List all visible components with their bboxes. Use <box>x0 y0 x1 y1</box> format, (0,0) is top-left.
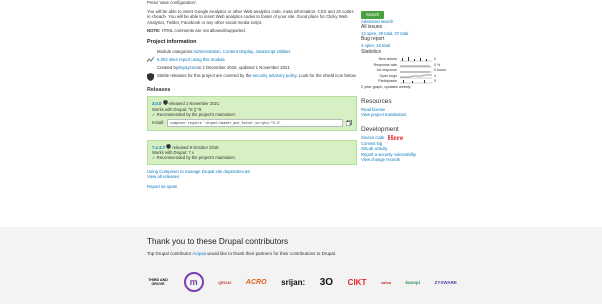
source-code-link[interactable]: Source code <box>361 135 385 141</box>
here-annotation: Here <box>387 132 404 142</box>
release-card-7x-2-7: 7.x-2.7 released 9 October 2018 Works wi… <box>147 139 357 165</box>
release-shield-icon <box>166 143 171 150</box>
translations-link[interactable]: View project translations <box>361 112 456 118</box>
intro-line: Press 'save configuration'. <box>147 0 197 5</box>
logo-cikt[interactable]: CIKT <box>348 278 367 287</box>
stable-tail: . Look for the shield icon below. <box>296 72 357 78</box>
install-label: Install: <box>152 119 165 125</box>
created-suffix: on 2 December 2016, updated 1 November 2… <box>196 65 290 71</box>
project-main-content: Press 'save configuration'. You will be … <box>147 0 357 190</box>
bug-counts-link[interactable]: 4 open, 16 total <box>361 43 456 49</box>
security-policy-link[interactable]: security advisory policy <box>253 73 297 78</box>
shield-icon <box>147 73 154 82</box>
author-link[interactable]: ebyayzen <box>178 65 196 71</box>
note-label: NOTE: <box>147 28 161 34</box>
logo-3o[interactable]: 3O <box>320 277 333 288</box>
change-records-link[interactable]: View change records <box>361 157 456 163</box>
stat-label: Participants <box>378 79 397 84</box>
categories-row: Module categories: Administration, Conte… <box>157 49 357 55</box>
stat-value: 0 <box>434 79 436 84</box>
development-heading: Development <box>361 126 399 134</box>
categories-prefix: Module categories: <box>157 48 194 54</box>
sites-report-link[interactable]: 6,002 sites report using this module <box>157 57 225 63</box>
copy-icon[interactable] <box>345 119 352 126</box>
stats-block: New issues 0 Response rate 0 % 1st respo… <box>361 57 456 85</box>
contributors-footer: Thank you to these Drupal contributors T… <box>0 227 602 304</box>
release-recommended: ✓ Recommended by the project's maintaine… <box>152 155 236 161</box>
note: NOTE: HTML comments are not allowed/supp… <box>147 28 357 34</box>
release-recommended: ✓ Recommended by the project's maintaine… <box>152 112 236 118</box>
categories-links[interactable]: Administration, Content Display, JavaScr… <box>193 49 290 55</box>
note-text: HTML comments are not allowed/supported. <box>160 28 246 34</box>
install-row: Install: composer require 'drupal/header… <box>152 118 352 127</box>
trend-chart-icon <box>147 56 154 63</box>
sparkline-open-bugs <box>400 74 432 79</box>
logo-srijan[interactable]: srijan: <box>281 278 305 287</box>
sites-row: 6,002 sites report using this module <box>147 56 357 63</box>
report-spam-link[interactable]: Report as spam <box>147 184 357 190</box>
stats-note: 2 year graph, updates weekly <box>361 84 411 89</box>
install-command-field[interactable]: composer require 'drupal/header_and_foot… <box>167 118 343 127</box>
sparkline-new-issues <box>400 57 432 62</box>
logo-m-circle[interactable]: m <box>183 272 204 292</box>
created-prefix: Created by <box>157 65 179 71</box>
search-button[interactable]: Search <box>361 11 385 19</box>
release-date: released 1 November 2021 <box>168 101 220 107</box>
project-info-heading: Project information <box>147 38 197 45</box>
partner-logos: THIRD AND GROVE m QED42 ACRO srijan: 3O … <box>147 271 457 293</box>
contributors-heading: Thank you to these Drupal contributors <box>147 237 289 246</box>
created-row: Created by ebyayzen on 2 December 2016, … <box>157 65 357 71</box>
stable-releases-row: Stable releases for this project are cov… <box>147 73 357 82</box>
top-contributor-line: Top Drupal contributor Acquia would like… <box>147 251 336 256</box>
logo-acro[interactable]: ACRO <box>246 279 267 286</box>
top-suffix: would like to thank their partners for t… <box>206 251 337 256</box>
logo-zyxware[interactable]: ZYXWARE <box>435 280 457 285</box>
logo-qed42[interactable]: QED42 <box>218 280 231 285</box>
project-page: Press 'save configuration'. You will be … <box>0 0 602 304</box>
release-version-link[interactable]: 3.0.0 <box>152 101 161 106</box>
project-sidebar: Search Advanced search All issues 13 ope… <box>361 0 456 163</box>
stable-text-wrap: Stable releases for this project are cov… <box>157 73 357 79</box>
release-date: released 9 October 2018 <box>172 144 219 150</box>
release-shield-icon <box>162 100 168 106</box>
view-all-releases-link[interactable]: View all releases <box>147 174 357 180</box>
description-paragraph: You will be able to insert Google Analyt… <box>147 8 354 25</box>
sparkline-participants <box>400 80 432 84</box>
logo-kanopi[interactable]: kanopi <box>406 280 421 285</box>
top-prefix: Top Drupal contributor <box>147 251 193 256</box>
sparkline-first-response <box>400 72 432 73</box>
release-card-3-0-0: 3.0.0 released 1 November 2021 Works wit… <box>147 96 357 131</box>
statistics-heading: Statistics <box>361 48 382 55</box>
releases-heading: Releases <box>147 86 171 93</box>
logo-third-and-grove[interactable]: THIRD AND GROVE <box>147 278 169 286</box>
acquia-link[interactable]: Acquia <box>192 251 206 256</box>
release-version-link[interactable]: 7.x-2.7 <box>152 145 165 150</box>
sparkline-response-rate <box>400 65 432 68</box>
resources-heading: Resources <box>361 98 392 106</box>
stable-text: Stable releases for this project are cov… <box>157 72 253 78</box>
logo-salsa[interactable]: salsa <box>381 280 391 285</box>
